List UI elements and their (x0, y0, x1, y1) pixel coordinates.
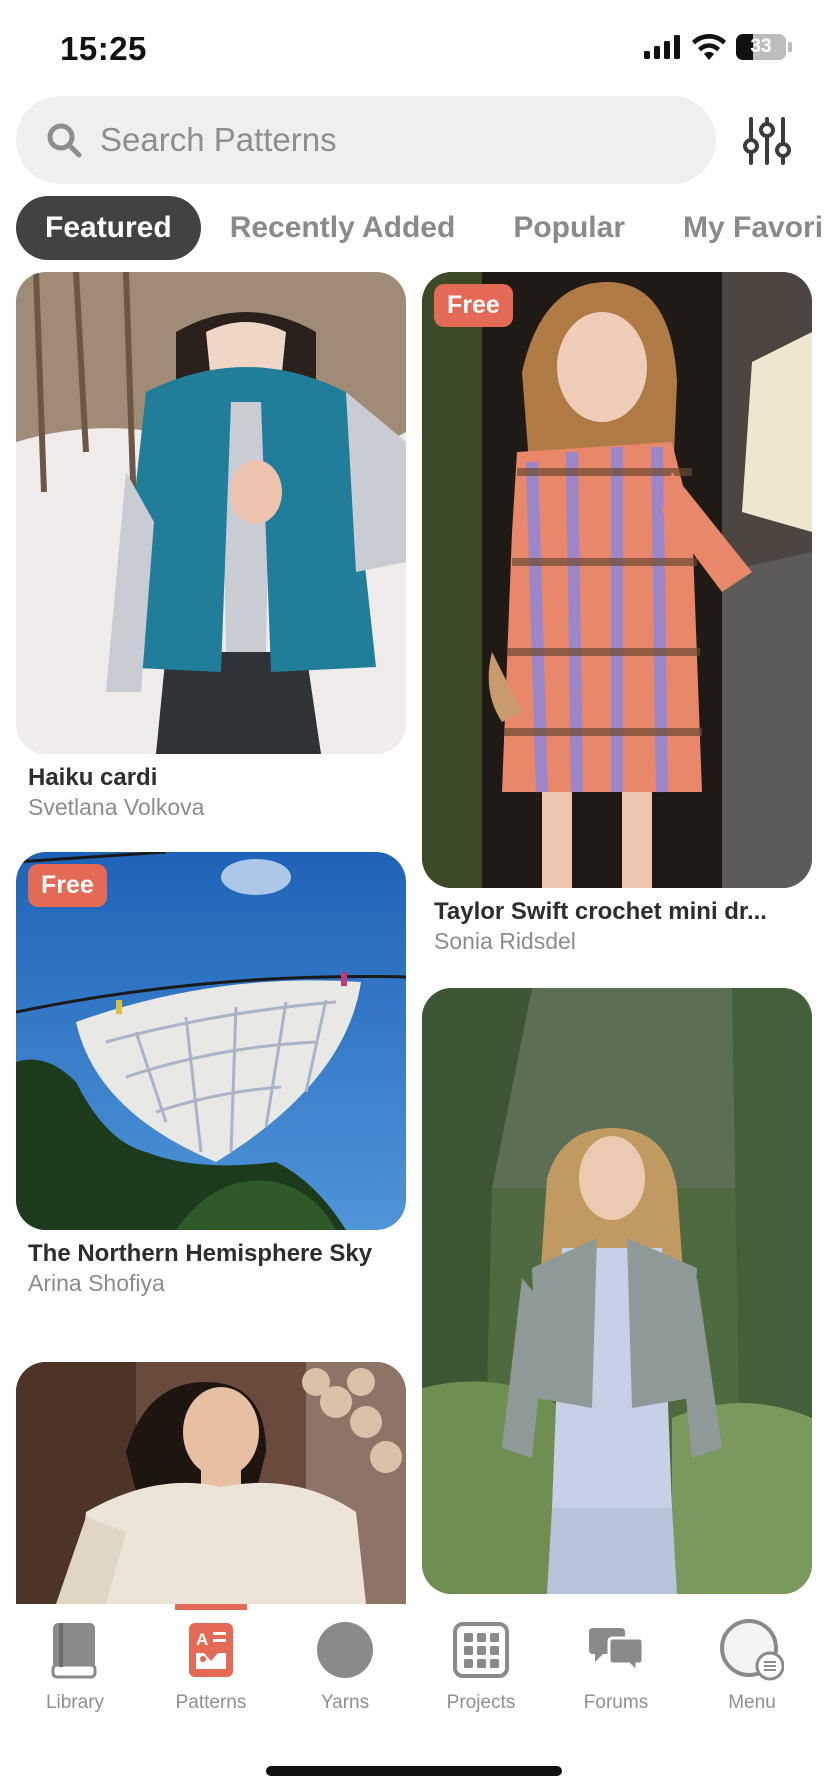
status-time: 15:25 (60, 30, 147, 67)
tab-my-favorites[interactable]: My Favori (654, 196, 828, 260)
svg-text:A: A (196, 1630, 208, 1649)
pattern-title[interactable]: The Northern Hemisphere Sky (28, 1240, 398, 1268)
tab-label: Yarns (320, 1692, 370, 1713)
tab-label: Menu (728, 1692, 776, 1713)
active-tab-indicator (175, 1604, 247, 1610)
pattern-photo[interactable] (422, 988, 812, 1594)
yarn-ball-icon (317, 1622, 373, 1678)
book-icon (51, 1623, 97, 1679)
search-input[interactable] (100, 121, 660, 159)
tab-yarns[interactable]: Yarns (285, 1620, 405, 1714)
sliders-icon (743, 117, 791, 165)
pattern-title[interactable]: Taylor Swift crochet mini dr... (434, 898, 804, 926)
tab-featured[interactable]: Featured (16, 196, 201, 260)
tab-patterns[interactable]: A Patterns (151, 1620, 271, 1714)
pattern-author[interactable]: Arina Shofiya (28, 1270, 406, 1297)
bottom-tab-bar: Library A Patterns Yarns Projects Forums… (0, 1604, 828, 1792)
cellular-signal-icon (644, 35, 680, 59)
tab-label: Patterns (175, 1692, 247, 1713)
tab-popular[interactable]: Popular (484, 196, 654, 260)
battery-icon: 33 (736, 34, 786, 60)
home-indicator[interactable] (266, 1766, 562, 1776)
pattern-card[interactable]: Free The Northern Hemisphere Sky Arina S… (16, 852, 406, 1297)
free-badge: Free (28, 864, 107, 907)
tab-menu[interactable]: Menu (692, 1619, 812, 1714)
pattern-photo[interactable] (16, 1362, 406, 1604)
battery-level-text: 33 (750, 36, 772, 57)
wifi-icon (692, 34, 726, 60)
pattern-card[interactable]: Haiku cardi Svetlana Volkova (16, 272, 406, 821)
search-icon (47, 123, 82, 158)
filter-button[interactable] (738, 112, 796, 170)
tab-label: Library (45, 1692, 105, 1713)
pattern-photo[interactable]: Free (16, 852, 406, 1230)
tab-label: Forums (583, 1692, 649, 1713)
tab-recently-added[interactable]: Recently Added (201, 196, 485, 260)
pattern-photo[interactable]: Free (422, 272, 812, 888)
category-tabs: Featured Recently Added Popular My Favor… (16, 196, 828, 260)
pattern-card[interactable] (422, 988, 812, 1594)
patterns-screen: 15:25 33 Search Patterns Featured Recent… (0, 0, 828, 1792)
tab-label: Projects (446, 1692, 516, 1713)
pattern-card[interactable]: Free Taylor Swift crochet mini dr... Son… (422, 272, 812, 955)
tab-library[interactable]: Library (15, 1620, 135, 1714)
menu-avatar-icon (720, 1619, 784, 1681)
status-icons: 33 (644, 34, 792, 60)
chat-bubbles-icon (589, 1628, 645, 1674)
tab-forums[interactable]: Forums (556, 1620, 676, 1714)
free-badge: Free (434, 284, 513, 327)
pattern-photo[interactable] (16, 272, 406, 754)
search-bar[interactable] (16, 96, 716, 184)
pattern-title[interactable]: Haiku cardi (28, 764, 398, 792)
pattern-icon: A (189, 1623, 233, 1677)
projects-grid-icon (453, 1622, 509, 1678)
pattern-card[interactable] (16, 1362, 406, 1604)
pattern-author[interactable]: Sonia Ridsdel (434, 928, 812, 955)
status-bar: 15:25 33 (0, 0, 828, 92)
pattern-author[interactable]: Svetlana Volkova (28, 794, 406, 821)
tab-projects[interactable]: Projects (421, 1620, 541, 1714)
battery-cap (788, 42, 792, 52)
